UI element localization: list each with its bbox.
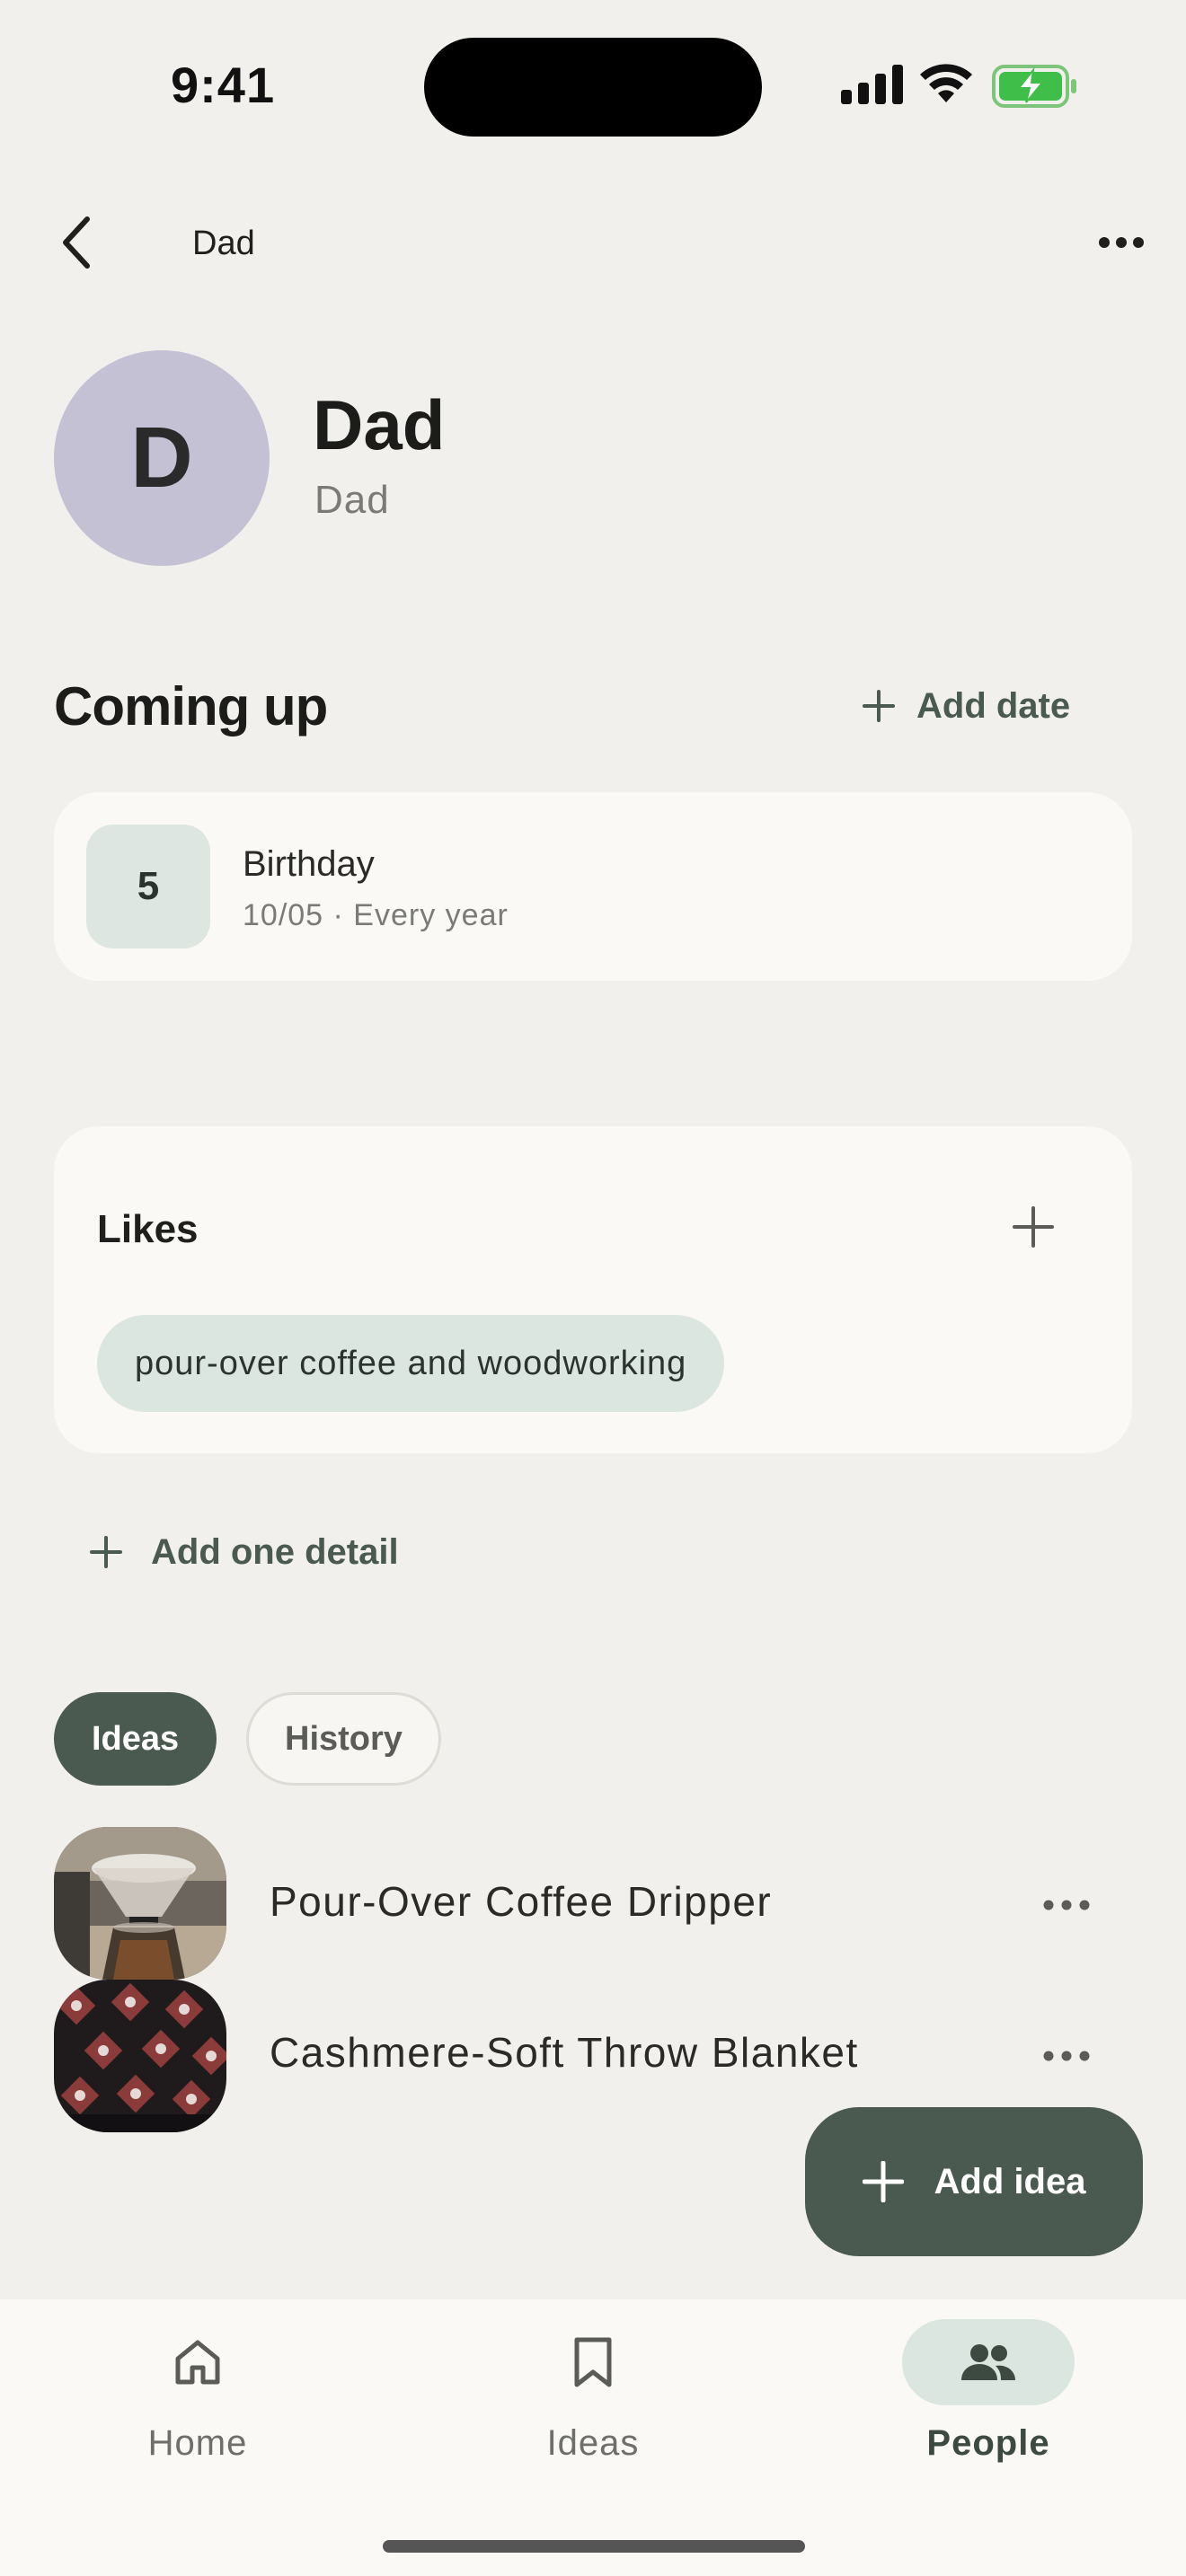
tab-history[interactable]: History bbox=[246, 1692, 441, 1786]
plus-icon bbox=[90, 1536, 122, 1568]
more-horizontal-icon bbox=[1099, 237, 1144, 248]
tab-ideas[interactable]: Ideas bbox=[54, 1692, 217, 1786]
like-chip[interactable]: pour-over coffee and woodworking bbox=[97, 1315, 725, 1412]
add-date-label: Add date bbox=[916, 685, 1071, 726]
avatar: D bbox=[54, 350, 270, 566]
dynamic-island bbox=[424, 38, 762, 137]
home-indicator bbox=[383, 2540, 805, 2553]
add-detail-label: Add one detail bbox=[151, 1531, 399, 1572]
bookmark-icon bbox=[574, 2337, 612, 2387]
plus-icon bbox=[863, 690, 895, 722]
nav-ideas-label: Ideas bbox=[546, 2423, 640, 2463]
add-detail-button[interactable]: Add one detail bbox=[90, 1523, 399, 1581]
idea-more-button[interactable] bbox=[1035, 1887, 1098, 1923]
chevron-left-icon bbox=[63, 216, 90, 269]
more-options-button[interactable] bbox=[1087, 221, 1155, 264]
cellular-signal-icon bbox=[841, 65, 903, 104]
event-card[interactable] bbox=[54, 792, 1132, 981]
nav-ideas[interactable]: Ideas bbox=[485, 2319, 701, 2464]
idea-title[interactable]: Pour-Over Coffee Dripper bbox=[270, 1877, 772, 1926]
more-horizontal-icon bbox=[1043, 2051, 1090, 2061]
throw-blanket-image bbox=[54, 1980, 226, 2132]
header-title: Dad bbox=[192, 225, 255, 262]
profile-name: Dad bbox=[313, 385, 446, 464]
add-idea-button[interactable]: Add idea bbox=[805, 2107, 1143, 2256]
back-button[interactable] bbox=[45, 207, 108, 278]
likes-title: Likes bbox=[97, 1207, 199, 1251]
profile-relation: Dad bbox=[314, 478, 390, 522]
event-title: Birthday bbox=[243, 844, 375, 884]
plus-icon bbox=[1013, 1206, 1054, 1248]
people-icon bbox=[961, 2344, 1015, 2380]
add-date-button[interactable]: Add date bbox=[863, 679, 1070, 733]
nav-people[interactable]: People bbox=[881, 2319, 1096, 2464]
home-icon bbox=[175, 2340, 220, 2385]
add-like-button[interactable] bbox=[1005, 1198, 1062, 1256]
idea-title[interactable]: Cashmere-Soft Throw Blanket bbox=[270, 2028, 859, 2077]
coffee-dripper-image bbox=[54, 1827, 226, 1980]
add-idea-label: Add idea bbox=[934, 2161, 1086, 2201]
event-day-badge: 5 bbox=[86, 825, 210, 948]
nav-people-label: People bbox=[926, 2423, 1050, 2463]
nav-home-label: Home bbox=[147, 2423, 248, 2463]
coming-up-title: Coming up bbox=[54, 676, 328, 737]
status-time: 9:41 bbox=[171, 57, 276, 113]
battery-charging-icon bbox=[992, 65, 1076, 108]
nav-home[interactable]: Home bbox=[90, 2319, 305, 2464]
wifi-icon bbox=[920, 64, 972, 102]
event-subtitle: 10/05 · Every year bbox=[243, 898, 509, 932]
plus-icon bbox=[862, 2161, 904, 2202]
idea-more-button[interactable] bbox=[1035, 2038, 1098, 2074]
more-horizontal-icon bbox=[1043, 1900, 1090, 1910]
